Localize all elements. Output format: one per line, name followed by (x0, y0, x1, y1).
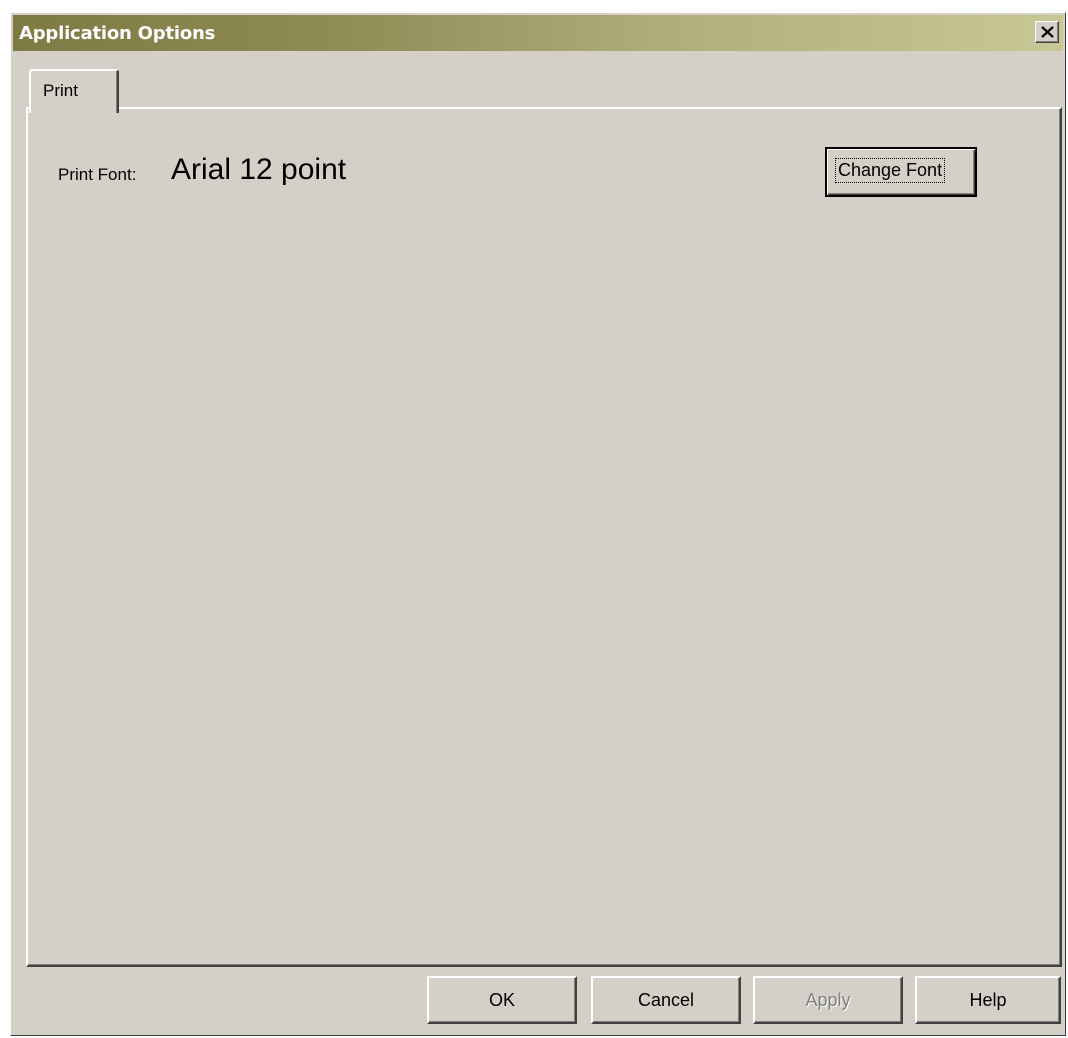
help-button[interactable]: Help (915, 976, 1061, 1024)
tab-print-label: Print (43, 81, 78, 100)
tab-print[interactable]: Print (29, 69, 119, 113)
change-font-button[interactable]: Change Font (825, 147, 977, 197)
apply-label: Apply (805, 990, 851, 1010)
print-tab-panel: Print Font: Arial 12 point Change Font (26, 107, 1062, 967)
application-options-dialog: Application Options Print Print Font: Ar… (10, 12, 1066, 1036)
cancel-label: Cancel (637, 990, 695, 1010)
cancel-button[interactable]: Cancel (591, 976, 741, 1024)
close-button[interactable] (1035, 21, 1059, 43)
close-icon (1041, 26, 1054, 38)
apply-button[interactable]: Apply (753, 976, 903, 1024)
window-title: Application Options (19, 23, 216, 44)
print-font-value: Arial 12 point (171, 153, 347, 186)
change-font-label: Change Font (834, 158, 946, 183)
title-bar[interactable]: Application Options (13, 15, 1063, 51)
help-label: Help (969, 990, 1007, 1010)
ok-button[interactable]: OK (427, 976, 577, 1024)
ok-label: OK (488, 990, 515, 1010)
print-font-label: Print Font: (58, 165, 137, 184)
